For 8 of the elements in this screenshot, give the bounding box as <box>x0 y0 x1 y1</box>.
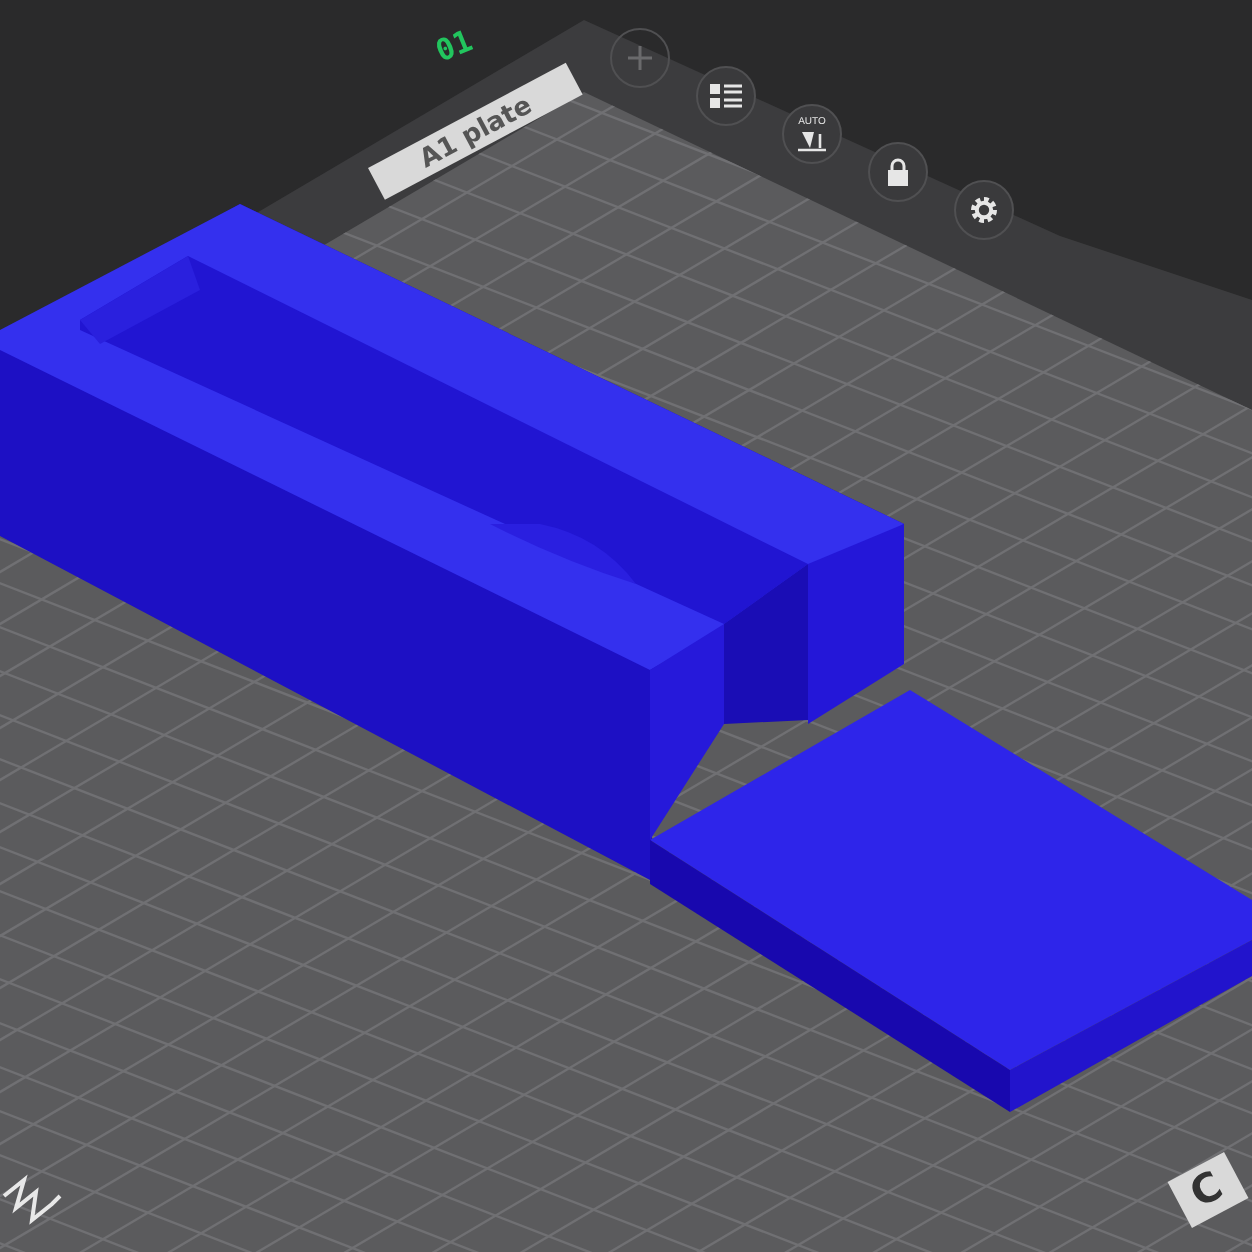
lock-button[interactable] <box>868 142 928 202</box>
plus-icon <box>626 44 654 72</box>
orient-icon <box>798 127 826 151</box>
settings-button[interactable] <box>954 180 1014 240</box>
lock-icon <box>886 158 910 186</box>
corner-mark-icon <box>2 1174 62 1225</box>
settings-icon <box>968 194 1000 226</box>
grid-list-icon <box>710 82 742 110</box>
